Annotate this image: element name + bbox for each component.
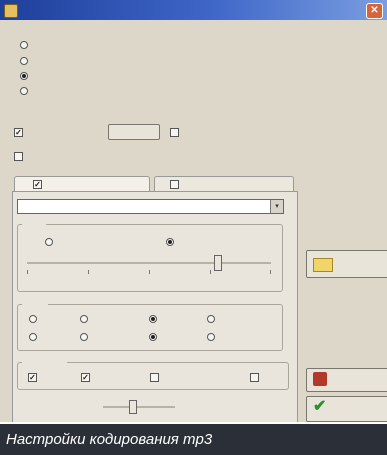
- tab-external-checkbox[interactable]: [170, 180, 179, 189]
- bitrate-group-label: [22, 220, 46, 228]
- source-option-label: [32, 87, 192, 95]
- slider-tick: [149, 270, 150, 274]
- source-heading: [13, 25, 53, 33]
- priority-slider-thumb[interactable]: [128, 400, 137, 414]
- quality-option-label: [40, 333, 75, 341]
- tab-internal-label: [47, 181, 137, 189]
- source-radio-4[interactable]: [20, 87, 28, 95]
- copy-to-label: [305, 228, 387, 236]
- flags-group-label: [22, 358, 67, 366]
- encoder-select[interactable]: ▾: [17, 199, 284, 214]
- figure-caption: Настройки кодирования mp3: [6, 431, 213, 448]
- id3-extra-checkbox[interactable]: [170, 128, 179, 137]
- quality-radio[interactable]: [29, 315, 37, 323]
- flag-checkbox[interactable]: [250, 373, 259, 382]
- tab-external-label: [184, 181, 279, 189]
- ok-button-label: [335, 405, 365, 413]
- quality-radio[interactable]: [29, 333, 37, 341]
- tab-internal-checkbox[interactable]: ✓: [33, 180, 42, 189]
- priority-slider-track[interactable]: [103, 406, 175, 408]
- quality-option-label: [160, 333, 200, 341]
- cancel-icon: [313, 372, 327, 386]
- quality-option-label: [160, 315, 195, 323]
- figure-caption-bar: Настройки кодирования mp3: [0, 424, 387, 455]
- slider-min-label: [24, 282, 84, 290]
- chevron-down-icon[interactable]: ▾: [270, 200, 283, 213]
- source-radio-1[interactable]: [20, 41, 28, 49]
- priority-value-label: [184, 403, 214, 411]
- source-radio-2[interactable]: [20, 57, 28, 65]
- quality-option-label: [91, 315, 139, 323]
- app-icon: [4, 4, 18, 18]
- quality-group: [17, 304, 283, 351]
- quality-slider-track[interactable]: [27, 262, 271, 264]
- encoding-settings-dialog: ✕ ✓ ✓ ▾ ✓ ✓ ✔: [0, 0, 387, 422]
- quality-radio[interactable]: [207, 333, 215, 341]
- variable-bitrate-radio[interactable]: [166, 238, 174, 246]
- id3-checkbox[interactable]: ✓: [14, 128, 23, 137]
- flag-checkbox[interactable]: ✓: [81, 373, 90, 382]
- quality-slider-thumb[interactable]: [214, 255, 223, 271]
- folder-icon: [313, 258, 333, 272]
- quality-option-label: [218, 315, 273, 323]
- flag-label: [40, 373, 72, 381]
- source-option-label: [32, 41, 122, 49]
- encoder-select-value: [21, 202, 261, 210]
- checkmark-icon: ✔: [313, 398, 327, 415]
- variable-bitrate-label: [178, 238, 248, 246]
- slider-tick: [210, 270, 211, 274]
- id3-edit-button[interactable]: [108, 124, 160, 140]
- priority-label: [49, 403, 97, 411]
- close-button[interactable]: ✕: [366, 3, 383, 19]
- quality-radio[interactable]: [80, 333, 88, 341]
- id3-extra-checkbox-label: [182, 128, 377, 136]
- cancel-button-label: [333, 376, 377, 384]
- quality-radio[interactable]: [80, 315, 88, 323]
- constant-bitrate-label: [57, 238, 127, 246]
- source-option-label: [32, 72, 262, 80]
- quality-option-label: [91, 333, 131, 341]
- window-title: [22, 5, 112, 14]
- copy-checkbox[interactable]: [14, 152, 23, 161]
- slider-max-label: [215, 282, 277, 290]
- constant-bitrate-radio[interactable]: [45, 238, 53, 246]
- copy-checkbox-label: [26, 152, 201, 160]
- flag-checkbox[interactable]: ✓: [28, 373, 37, 382]
- quality-radio[interactable]: [207, 315, 215, 323]
- quality-option-label: [40, 315, 75, 323]
- source-radio-3[interactable]: [20, 72, 28, 80]
- browse-button-label: [337, 260, 377, 268]
- flag-label: [93, 373, 143, 381]
- close-icon: ✕: [370, 5, 379, 16]
- id3-checkbox-label: [26, 128, 86, 136]
- title-bar[interactable]: ✕: [0, 0, 387, 20]
- quality-radio[interactable]: [149, 333, 157, 341]
- quality-group-label: [22, 300, 48, 308]
- flag-checkbox[interactable]: [150, 373, 159, 382]
- flag-label: [262, 373, 290, 381]
- slider-tick: [270, 270, 271, 274]
- slider-tick: [88, 270, 89, 274]
- source-option-label: [32, 57, 262, 65]
- slider-tick: [27, 270, 28, 274]
- flag-label: [162, 373, 232, 381]
- quality-radio[interactable]: [149, 315, 157, 323]
- quality-option-label: [218, 333, 258, 341]
